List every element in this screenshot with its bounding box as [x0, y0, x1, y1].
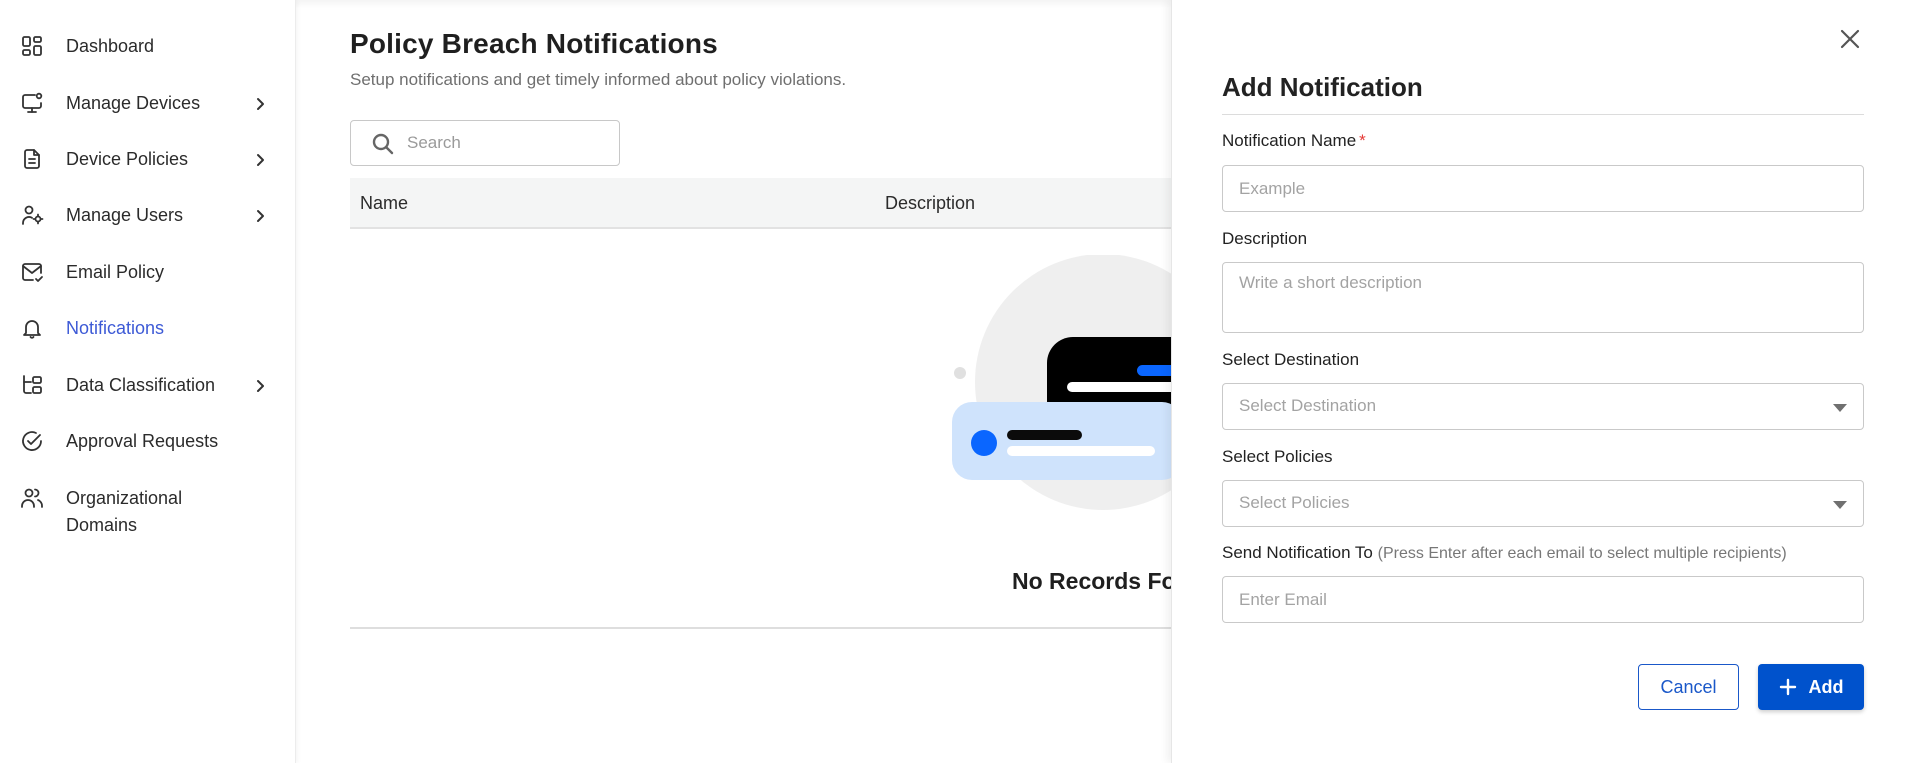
policies-select[interactable]: Select Policies: [1222, 480, 1864, 527]
mail-check-icon: [19, 259, 45, 285]
recipients-field[interactable]: [1222, 576, 1864, 623]
users-icon: [19, 485, 45, 511]
dashboard-grid-icon: [19, 33, 45, 59]
dropdown-caret-icon: [1833, 404, 1847, 412]
recipients-hint: (Press Enter after each email to select …: [1377, 545, 1787, 562]
chevron-right-icon: [252, 208, 268, 224]
close-icon: [1840, 29, 1860, 49]
drawer-title: Add Notification: [1222, 72, 1423, 102]
plus-icon: [1779, 678, 1796, 696]
sidebar-item-label: Data Classification: [66, 375, 216, 395]
required-mark: *: [1359, 131, 1366, 150]
sidebar-item-label: Notifications: [66, 318, 165, 338]
notification-name-label: Notification Name *: [1222, 131, 1366, 151]
notification-name-field[interactable]: [1222, 165, 1864, 212]
dropdown-caret-icon: [1833, 501, 1847, 509]
chevron-right-icon: [252, 378, 268, 394]
add-button[interactable]: Add: [1758, 664, 1864, 710]
destination-placeholder: Select Destination: [1239, 396, 1377, 415]
check-circle-icon: [19, 428, 45, 454]
sidebar-item-label: Organizational Domains: [66, 488, 183, 535]
bell-icon: [19, 315, 45, 341]
user-settings-icon: [19, 202, 45, 228]
destination-select[interactable]: Select Destination: [1222, 383, 1864, 430]
illustration-white-line: [1007, 446, 1155, 456]
close-button[interactable]: [1837, 26, 1863, 52]
page-subtitle: Setup notifications and get timely infor…: [350, 70, 847, 89]
description-label: Description: [1222, 229, 1308, 248]
search-input[interactable]: [407, 121, 607, 165]
column-header-description[interactable]: Description: [885, 193, 975, 214]
monitor-icon: [19, 90, 45, 116]
notification-name-input[interactable]: [1239, 166, 1839, 211]
sidebar-item-label: Device Policies: [66, 149, 189, 169]
description-field[interactable]: [1222, 262, 1864, 333]
page-title: Policy Breach Notifications: [350, 28, 718, 59]
search-box[interactable]: [350, 120, 620, 166]
recipients-label: Send Notification To (Press Enter after …: [1222, 543, 1787, 563]
sidebar-item-label: Manage Users: [66, 205, 184, 225]
illustration-blue-dot: [971, 430, 997, 456]
add-button-label: Add: [1808, 676, 1844, 697]
recipients-email-input[interactable]: [1239, 577, 1839, 622]
cancel-button[interactable]: Cancel: [1638, 664, 1739, 710]
illustration-dot: [954, 367, 966, 379]
sidebar-item-label: Email Policy: [66, 262, 165, 282]
search-icon: [372, 133, 394, 155]
label-text: Notification Name: [1222, 131, 1357, 150]
sidebar: Dashboard Manage Devices Device Policies…: [0, 0, 296, 763]
chevron-right-icon: [252, 96, 268, 112]
sidebar-item-label: Dashboard: [66, 36, 155, 56]
illustration-black-line: [1007, 430, 1082, 440]
sidebar-item-label: Approval Requests: [66, 431, 219, 451]
add-notification-drawer: Add Notification Notification Name* Desc…: [1171, 0, 1919, 763]
policies-label: Select Policies: [1222, 447, 1333, 466]
chevron-right-icon: [252, 152, 268, 168]
label-text: Send Notification To: [1222, 543, 1373, 562]
policies-placeholder: Select Policies: [1239, 493, 1350, 512]
destination-label: Select Destination: [1222, 350, 1360, 369]
folder-tree-icon: [19, 372, 45, 398]
description-textarea[interactable]: [1239, 273, 1839, 328]
column-header-name[interactable]: Name: [360, 193, 408, 214]
divider: [1222, 114, 1864, 115]
policy-document-icon: [19, 146, 45, 172]
sidebar-item-label: Manage Devices: [66, 93, 201, 113]
